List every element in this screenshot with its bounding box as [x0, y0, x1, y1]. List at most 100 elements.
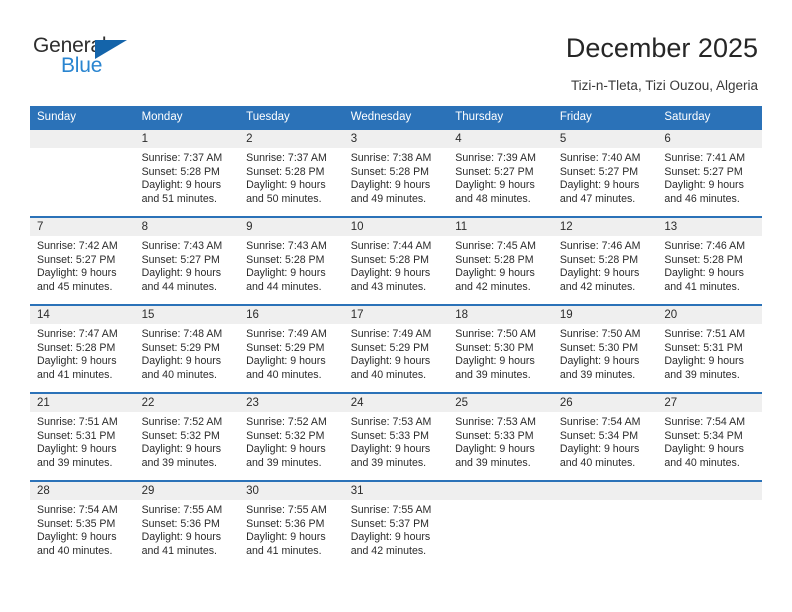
calendar-day-cell[interactable]: 14 Sunrise: 7:47 AM Sunset: 5:28 PM Dayligh…: [30, 304, 135, 393]
calendar-day-cell[interactable]: 17 Sunrise: 7:49 AM Sunset: 5:29 PM Dayligh…: [343, 304, 449, 393]
sunrise-text: Sunrise: 7:46 AM: [559, 240, 641, 252]
daylight-text-cont: and 40 minutes.: [350, 368, 427, 381]
daylight-text-cont: and 50 minutes.: [246, 192, 322, 205]
day-number: 12: [552, 218, 658, 236]
calendar-day-cell[interactable]: 10 Sunrise: 7:44 AM Sunset: 5:28 PM Dayligh…: [343, 216, 449, 305]
calendar-day-cell[interactable]: 21 Sunrise: 7:51 AM Sunset: 5:31 PM Dayligh…: [30, 392, 135, 481]
sunset-text: Sunset: 5:32 PM: [141, 429, 220, 442]
calendar-day-cell[interactable]: 24 Sunrise: 7:53 AM Sunset: 5:33 PM Dayligh…: [343, 392, 449, 481]
calendar-day-cell[interactable]: 16 Sunrise: 7:49 AM Sunset: 5:29 PM Dayligh…: [239, 304, 344, 393]
daylight-text-cont: and 41 minutes.: [246, 544, 322, 557]
day-details: Sunrise: 7:50 AM Sunset: 5:30 PM Daylight:…: [448, 324, 553, 382]
weekday-header-friday: Friday: [552, 106, 658, 129]
calendar-day-cell[interactable]: 7 Sunrise: 7:42 AM Sunset: 5:27 PM Daylight…: [30, 216, 135, 305]
calendar-day-cell[interactable]: 25 Sunrise: 7:53 AM Sunset: 5:33 PM Dayligh…: [448, 392, 553, 481]
calendar-day-cell[interactable]: 1 Sunrise: 7:37 AM Sunset: 5:28 PM Daylight…: [134, 128, 240, 217]
day-details: Sunrise: 7:46 AM Sunset: 5:28 PM Daylight:…: [657, 236, 762, 294]
day-details: Sunrise: 7:38 AM Sunset: 5:28 PM Daylight:…: [344, 148, 449, 206]
daylight-text-cont: and 39 minutes.: [350, 456, 427, 469]
sunrise-text: Sunrise: 7:43 AM: [246, 240, 327, 252]
daylight-text-cont: and 47 minutes.: [559, 192, 636, 205]
sunset-text: Sunset: 5:29 PM: [350, 341, 430, 354]
sunset-text: Sunset: 5:35 PM: [37, 517, 116, 530]
day-details: Sunrise: 7:51 AM Sunset: 5:31 PM Daylight:…: [30, 412, 135, 470]
calendar-day-cell[interactable]: 27 Sunrise: 7:54 AM Sunset: 5:34 PM Dayligh…: [657, 392, 762, 481]
day-details: Sunrise: 7:52 AM Sunset: 5:32 PM Daylight:…: [239, 412, 344, 470]
sunset-text: Sunset: 5:28 PM: [37, 341, 116, 354]
sunrise-text: Sunrise: 7:43 AM: [141, 240, 223, 252]
day-number: 18: [448, 306, 553, 324]
day-number: 25: [448, 394, 553, 412]
day-number: [448, 482, 553, 500]
calendar-day-cell[interactable]: 31 Sunrise: 7:55 AM Sunset: 5:37 PM Dayligh…: [343, 480, 449, 568]
day-number: 4: [448, 130, 553, 148]
day-number: 30: [239, 482, 344, 500]
calendar-day-cell[interactable]: 29 Sunrise: 7:55 AM Sunset: 5:36 PM Dayligh…: [134, 480, 240, 568]
calendar-day-cell[interactable]: 28 Sunrise: 7:54 AM Sunset: 5:35 PM Dayligh…: [30, 480, 135, 568]
sunrise-text: Sunrise: 7:51 AM: [37, 416, 118, 428]
day-details: Sunrise: 7:54 AM Sunset: 5:34 PM Daylight:…: [553, 412, 658, 470]
calendar-day-cell[interactable]: 3 Sunrise: 7:38 AM Sunset: 5:28 PM Daylight…: [343, 128, 449, 217]
day-number: 28: [30, 482, 135, 500]
calendar-day-cell[interactable]: 9 Sunrise: 7:43 AM Sunset: 5:28 PM Daylight…: [239, 216, 344, 305]
daylight-text: Daylight: 9 hours: [455, 355, 535, 368]
day-number: 13: [657, 218, 762, 236]
daylight-text: Daylight: 9 hours: [37, 531, 117, 544]
day-number: 7: [30, 218, 135, 236]
calendar-day-cell[interactable]: 11 Sunrise: 7:45 AM Sunset: 5:28 PM Dayligh…: [448, 216, 553, 305]
calendar-day-cell[interactable]: 15 Sunrise: 7:48 AM Sunset: 5:29 PM Dayligh…: [134, 304, 240, 393]
sunset-text: Sunset: 5:28 PM: [141, 165, 220, 178]
daylight-text: Daylight: 9 hours: [559, 355, 640, 368]
calendar-day-cell[interactable]: 19 Sunrise: 7:50 AM Sunset: 5:30 PM Dayligh…: [552, 304, 658, 393]
sunrise-text: Sunrise: 7:49 AM: [246, 328, 327, 340]
daylight-text-cont: and 40 minutes.: [141, 368, 217, 381]
day-number: 23: [239, 394, 344, 412]
daylight-text: Daylight: 9 hours: [664, 267, 744, 280]
calendar-day-cell[interactable]: 30 Sunrise: 7:55 AM Sunset: 5:36 PM Dayligh…: [239, 480, 344, 568]
calendar-day-cell[interactable]: 13 Sunrise: 7:46 AM Sunset: 5:28 PM Dayligh…: [657, 216, 762, 305]
calendar-day-cell[interactable]: 5 Sunrise: 7:40 AM Sunset: 5:27 PM Daylight…: [552, 128, 658, 217]
calendar-week-row: 7 Sunrise: 7:42 AM Sunset: 5:27 PM Daylight…: [30, 216, 762, 305]
sunset-text: Sunset: 5:36 PM: [246, 517, 325, 530]
calendar-day-cell[interactable]: 2 Sunrise: 7:37 AM Sunset: 5:28 PM Daylight…: [239, 128, 344, 217]
sunset-text: Sunset: 5:27 PM: [37, 253, 116, 266]
sunrise-text: Sunrise: 7:40 AM: [559, 152, 641, 164]
day-details: Sunrise: 7:41 AM Sunset: 5:27 PM Daylight:…: [657, 148, 762, 206]
calendar-day-cell[interactable]: 26 Sunrise: 7:54 AM Sunset: 5:34 PM Dayligh…: [552, 392, 658, 481]
daylight-text: Daylight: 9 hours: [350, 355, 431, 368]
sunrise-text: Sunrise: 7:46 AM: [664, 240, 746, 252]
calendar-day-cell[interactable]: 4 Sunrise: 7:39 AM Sunset: 5:27 PM Daylight…: [448, 128, 553, 217]
sunrise-text: Sunrise: 7:55 AM: [141, 504, 223, 516]
day-details: Sunrise: 7:54 AM Sunset: 5:34 PM Daylight:…: [657, 412, 762, 470]
daylight-text-cont: and 49 minutes.: [350, 192, 427, 205]
calendar-day-cell[interactable]: 23 Sunrise: 7:52 AM Sunset: 5:32 PM Dayligh…: [239, 392, 344, 481]
day-details: Sunrise: 7:48 AM Sunset: 5:29 PM Daylight:…: [135, 324, 240, 382]
calendar-day-cell[interactable]: 20 Sunrise: 7:51 AM Sunset: 5:31 PM Dayligh…: [657, 304, 762, 393]
daylight-text-cont: and 39 minutes.: [664, 368, 740, 381]
daylight-text: Daylight: 9 hours: [141, 443, 222, 456]
daylight-text: Daylight: 9 hours: [37, 267, 117, 280]
day-number: [657, 482, 762, 500]
daylight-text: Daylight: 9 hours: [141, 267, 222, 280]
day-number: 9: [239, 218, 344, 236]
calendar-day-cell[interactable]: 12 Sunrise: 7:46 AM Sunset: 5:28 PM Dayligh…: [552, 216, 658, 305]
day-details: Sunrise: 7:43 AM Sunset: 5:28 PM Daylight:…: [239, 236, 344, 294]
generalblue-logo[interactable]: General Blue: [33, 34, 138, 82]
sunset-text: Sunset: 5:33 PM: [455, 429, 534, 442]
calendar-week-row: 21 Sunrise: 7:51 AM Sunset: 5:31 PM Dayligh…: [30, 392, 762, 481]
daylight-text: Daylight: 9 hours: [246, 267, 326, 280]
weekday-row: Sunday Monday Tuesday Wednesday Thursday Frid…: [30, 106, 762, 129]
calendar-day-cell[interactable]: 8 Sunrise: 7:43 AM Sunset: 5:27 PM Daylight…: [134, 216, 240, 305]
calendar-day-cell[interactable]: 18 Sunrise: 7:50 AM Sunset: 5:30 PM Dayligh…: [448, 304, 553, 393]
calendar-header-row: Sunday Monday Tuesday Wednesday Thursday Frid…: [30, 106, 762, 129]
daylight-text: Daylight: 9 hours: [246, 355, 326, 368]
sunset-text: Sunset: 5:28 PM: [350, 253, 430, 266]
day-number: 26: [552, 394, 658, 412]
daylight-text: Daylight: 9 hours: [350, 443, 431, 456]
weekday-header-saturday: Saturday: [657, 106, 762, 129]
calendar-day-cell[interactable]: 6 Sunrise: 7:41 AM Sunset: 5:27 PM Daylight…: [657, 128, 762, 217]
daylight-text: Daylight: 9 hours: [664, 355, 744, 368]
calendar-day-cell[interactable]: 22 Sunrise: 7:52 AM Sunset: 5:32 PM Dayligh…: [134, 392, 240, 481]
day-number: 17: [343, 306, 449, 324]
sunrise-text: Sunrise: 7:54 AM: [559, 416, 641, 428]
